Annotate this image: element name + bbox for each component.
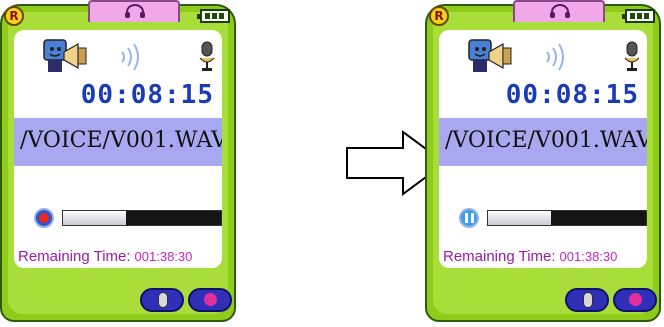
headphone-tab bbox=[88, 0, 180, 22]
remaining-time: Remaining Time: 001:38:30 bbox=[18, 246, 192, 265]
speaker-character-icon bbox=[43, 39, 87, 72]
file-path-bar: /VOICE/V001.WAV bbox=[14, 118, 222, 166]
pause-icon bbox=[465, 213, 468, 223]
remaining-time-label: Remaining Time: bbox=[18, 248, 131, 265]
player-device-paused: R 00:08:15 /VOICE/V001.WAV Remaining Tim… bbox=[425, 0, 663, 327]
file-path-text: /VOICE/V001.WAV bbox=[445, 128, 647, 153]
elapsed-timer: 00:08:15 bbox=[80, 80, 214, 110]
record-icon bbox=[204, 293, 217, 306]
player-device-recording: R 00:08:15 /VOICE/V001.WAV Remaining Tim… bbox=[0, 0, 238, 327]
player-screen: 00:08:15 /VOICE/V001.WAV Remaining Time:… bbox=[439, 30, 647, 268]
mic-mode-button[interactable] bbox=[140, 288, 184, 312]
headphone-icon bbox=[125, 4, 145, 18]
record-icon bbox=[39, 213, 49, 223]
microphone-icon bbox=[158, 292, 168, 308]
battery-icon bbox=[197, 9, 230, 23]
remaining-time-value: 001:38:30 bbox=[134, 249, 193, 264]
mic-mode-button[interactable] bbox=[565, 288, 609, 312]
record-badge-icon: R bbox=[429, 6, 449, 26]
remaining-time-label: Remaining Time: bbox=[443, 248, 556, 265]
progress-bar bbox=[62, 210, 222, 226]
progress-bar bbox=[487, 210, 647, 226]
elapsed-timer: 00:08:15 bbox=[505, 80, 639, 110]
microphone-icon bbox=[199, 41, 215, 71]
record-mode-button[interactable] bbox=[188, 288, 232, 312]
record-badge-icon: R bbox=[4, 6, 24, 26]
microphone-icon bbox=[583, 292, 593, 308]
record-mode-button[interactable] bbox=[613, 288, 657, 312]
sound-waves-icon bbox=[546, 43, 564, 71]
record-icon bbox=[629, 293, 642, 306]
speaker-character-icon bbox=[468, 39, 512, 72]
sound-waves-icon bbox=[121, 43, 139, 71]
battery-icon bbox=[622, 9, 655, 23]
pause-button[interactable] bbox=[459, 208, 479, 228]
progress-fill bbox=[488, 211, 552, 225]
player-screen: 00:08:15 /VOICE/V001.WAV Remaining Time:… bbox=[14, 30, 222, 268]
progress-fill bbox=[63, 211, 127, 225]
microphone-icon bbox=[624, 41, 640, 71]
file-path-bar: /VOICE/V001.WAV bbox=[439, 118, 647, 166]
remaining-time: Remaining Time: 001:38:30 bbox=[443, 246, 617, 265]
file-path-text: /VOICE/V001.WAV bbox=[20, 128, 222, 153]
record-button[interactable] bbox=[34, 208, 54, 228]
remaining-time-value: 001:38:30 bbox=[559, 249, 618, 264]
headphone-icon bbox=[550, 4, 570, 18]
headphone-tab bbox=[513, 0, 605, 22]
